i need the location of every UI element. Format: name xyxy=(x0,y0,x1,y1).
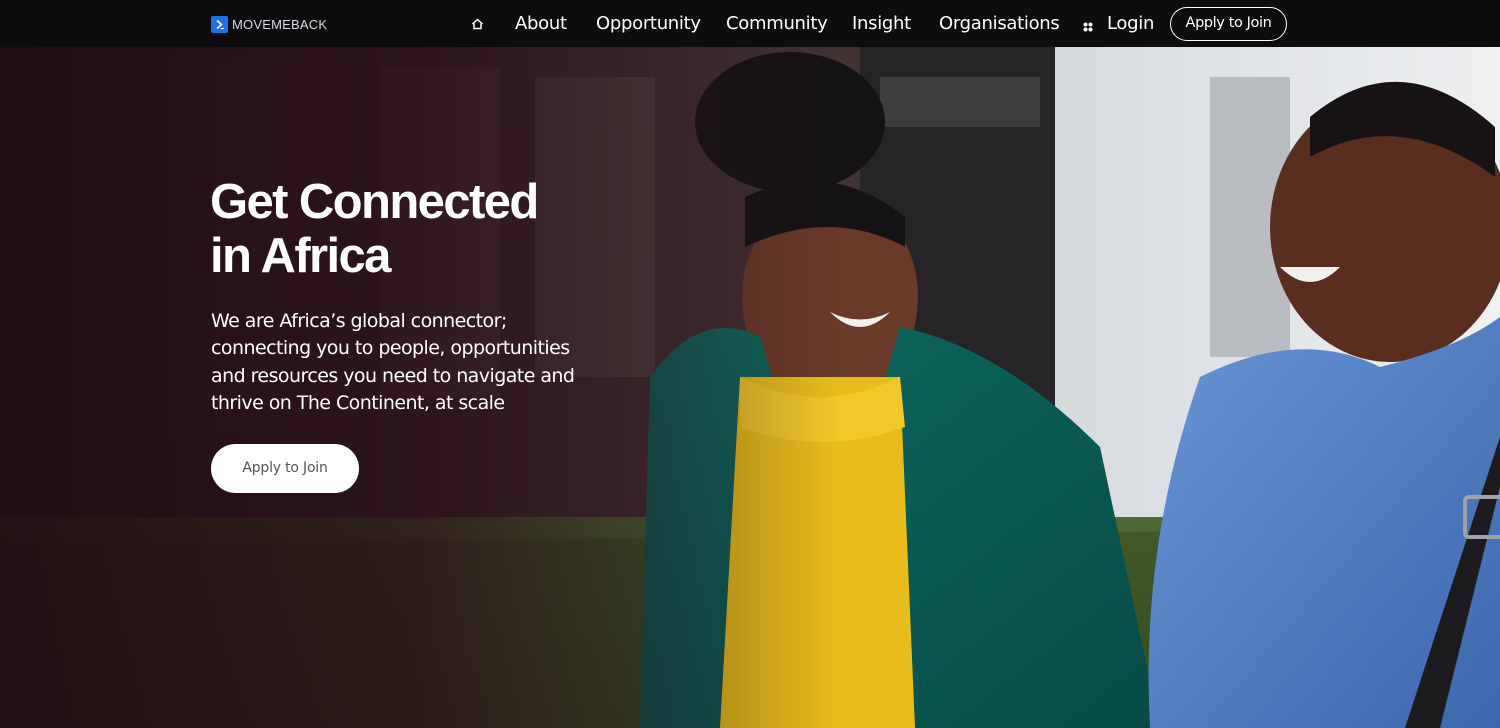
hero-subtitle: We are Africa’s global connector; connec… xyxy=(211,310,575,414)
hero-title-line1: Get Connected xyxy=(210,175,539,229)
top-nav: MOVEMEBACK About Opportunity Community I… xyxy=(0,0,1500,47)
nav-about[interactable]: About xyxy=(515,13,567,35)
nav-links: About Opportunity Community Insight Orga… xyxy=(0,0,1500,47)
nav-community[interactable]: Community xyxy=(726,13,828,35)
hero-title: Get Connected in Africa xyxy=(210,175,630,283)
grid-icon xyxy=(1083,19,1093,32)
home-icon[interactable] xyxy=(471,17,484,30)
hero-section: Get Connected in Africa We are Africa’s … xyxy=(0,47,1500,728)
nav-organisations[interactable]: Organisations xyxy=(939,13,1060,35)
hero-apply-button[interactable]: Apply to Join xyxy=(211,444,359,493)
nav-login[interactable]: Login xyxy=(1107,13,1154,35)
hero-title-line2: in Africa xyxy=(210,229,391,283)
nav-apply-button[interactable]: Apply to Join xyxy=(1170,7,1287,41)
nav-opportunity[interactable]: Opportunity xyxy=(596,13,701,35)
nav-insight[interactable]: Insight xyxy=(852,13,911,35)
